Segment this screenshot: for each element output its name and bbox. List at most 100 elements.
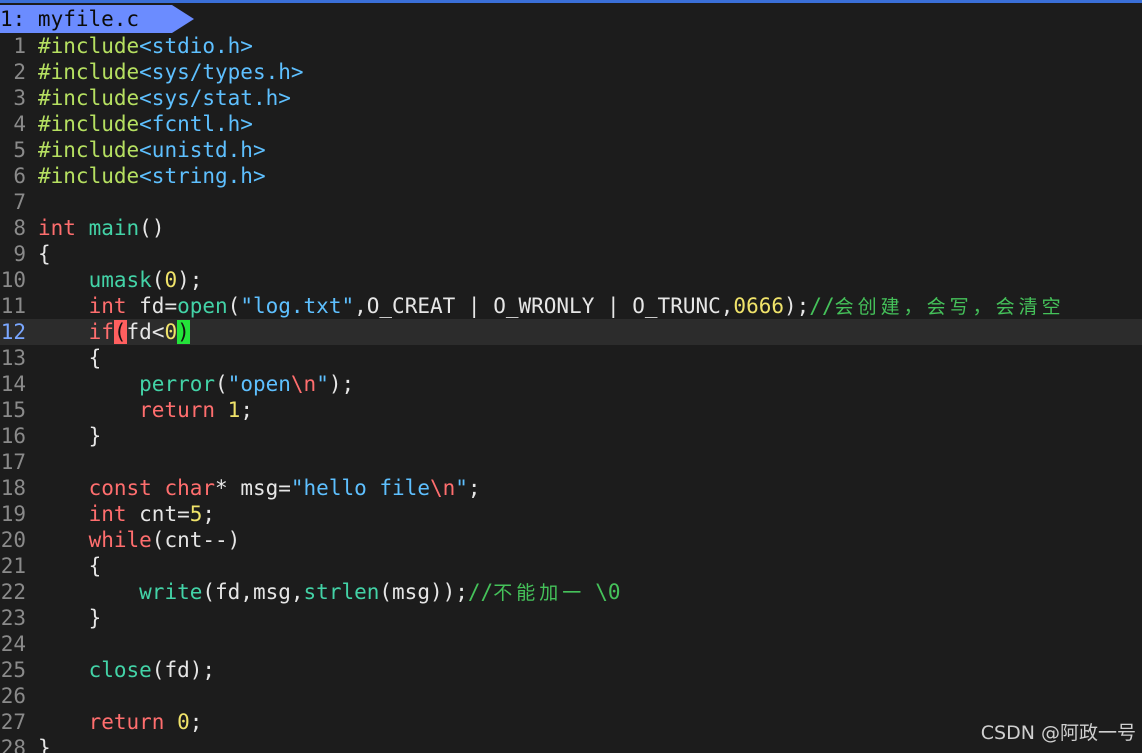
code-line[interactable]: 2 #include<sys/types.h> [0,59,1142,85]
code-token: fd< [126,320,165,344]
code-line[interactable]: 5 #include<unistd.h> [0,137,1142,163]
code-line[interactable]: 16 } [0,423,1142,449]
code-token: (fd,msg, [202,580,304,604]
code-token: { [38,554,102,578]
code-text: return 0; [38,709,203,735]
line-number: 3 [13,86,26,110]
code-token: 0 [164,320,178,344]
code-line[interactable]: 1 #include<stdio.h> [0,33,1142,59]
code-token: } [38,424,102,448]
code-line[interactable]: 24 [0,631,1142,657]
code-token: const [88,476,152,500]
code-token: } [38,736,51,753]
code-token: { [38,346,102,370]
code-line[interactable]: 25 close(fd); [0,657,1142,683]
code-text: int cnt=5; [38,501,215,527]
code-text: perror("open\n"); [38,371,354,397]
code-text: { [38,345,102,371]
code-token: ( [227,294,241,318]
code-token: umask [88,268,152,292]
code-line[interactable]: 26 [0,683,1142,709]
code-token: <sys/types.h> [139,60,304,84]
code-token: " [455,476,468,500]
code-line[interactable]: 17 [0,449,1142,475]
code-token: 0 [164,268,178,292]
line-number: 8 [13,216,26,240]
code-line[interactable]: 22 write(fd,msg,strlen(msg));//不能加一 \0 [0,579,1142,605]
code-line[interactable]: 13 { [0,345,1142,371]
tab-bar: 1: myfile.c [0,5,1142,33]
code-token: "hello file [290,476,430,500]
code-token: ); [328,372,355,396]
code-text: write(fd,msg,strlen(msg));//不能加一 \0 [38,579,620,606]
code-line[interactable]: 6 #include<string.h> [0,163,1142,189]
code-token: 0 [177,710,190,734]
code-token: <string.h> [139,164,266,188]
code-token: return [139,398,216,422]
code-line[interactable]: 19 int cnt=5; [0,501,1142,527]
watermark: CSDN @阿政一号 [980,722,1136,744]
code-line[interactable]: 18 const char* msg="hello file\n"; [0,475,1142,501]
code-token: <stdio.h> [139,34,253,58]
code-token: #include [38,86,140,110]
code-token: main [88,216,140,240]
code-token: fd= [126,294,178,318]
code-line[interactable]: 28} [0,735,1142,753]
code-text: } [38,423,102,449]
code-token: 0666 [733,294,784,318]
code-token: 5 [189,502,203,526]
code-line[interactable]: 23 } [0,605,1142,631]
line-number: 2 [13,60,26,84]
code-text: { [38,553,102,579]
code-token: \n [429,476,456,500]
line-number: 24 [0,632,26,656]
tab-myfile[interactable]: 1: myfile.c [0,5,172,33]
line-number: 18 [0,476,26,500]
code-token: int [88,294,127,318]
line-number: 27 [0,710,26,734]
line-number: 21 [0,554,26,578]
code-line[interactable]: 4 #include<fcntl.h> [0,111,1142,137]
tab-arrow-icon [172,5,194,33]
code-token: #include [38,138,140,162]
code-line[interactable]: 11 int fd=open("log.txt",O_CREAT | O_WRO… [0,293,1142,319]
line-number: 13 [0,346,26,370]
line-number: 28 [0,736,26,753]
code-line[interactable]: 12 if(fd<0) [0,319,1142,345]
line-number: 23 [0,606,26,630]
code-line[interactable]: 9{ [0,241,1142,267]
code-line[interactable]: 3 #include<sys/stat.h> [0,85,1142,111]
line-number: 5 [13,138,26,162]
code-token: <unistd.h> [139,138,266,162]
code-token: ); [784,294,810,318]
line-number: 22 [0,580,26,604]
code-token: // [809,294,835,318]
code-token: ; [240,398,253,422]
line-number: 11 [0,294,26,318]
code-editor[interactable]: 1 #include<stdio.h> 2 #include<sys/types.h>… [0,33,1142,753]
line-number: 16 [0,424,26,448]
code-token: <fcntl.h> [139,112,253,136]
code-token: open [177,294,228,318]
code-token: ,O_CREAT | O_WRONLY | O_TRUNC, [354,294,734,318]
code-token: int [38,216,76,240]
code-text: { [38,241,51,267]
line-number: 20 [0,528,26,552]
code-line[interactable]: 14 perror("open\n"); [0,371,1142,397]
code-line[interactable]: 7 [0,189,1142,215]
code-line[interactable]: 15 return 1; [0,397,1142,423]
code-line[interactable]: 27 return 0; [0,709,1142,735]
code-line[interactable]: 8 int main() [0,215,1142,241]
line-number: 26 [0,684,26,708]
code-line[interactable]: 20 while(cnt--) [0,527,1142,553]
code-line[interactable]: 21 { [0,553,1142,579]
code-line[interactable]: 10 umask(0); [0,267,1142,293]
code-text: #include<stdio.h> [38,33,253,59]
